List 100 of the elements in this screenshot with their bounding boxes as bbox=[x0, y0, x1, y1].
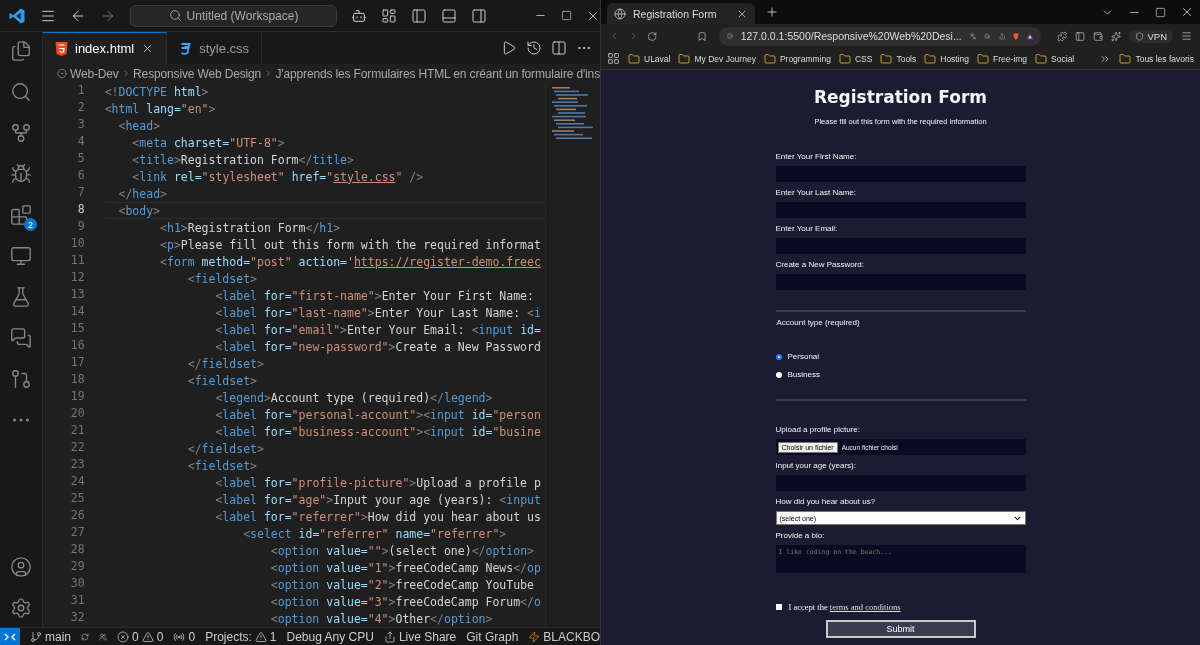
bookmark-folder[interactable]: My Dev Journey bbox=[678, 52, 756, 65]
maximize-icon[interactable] bbox=[1155, 6, 1166, 18]
branch-icon[interactable] bbox=[30, 630, 43, 643]
apps-icon[interactable] bbox=[607, 52, 620, 65]
people-icon[interactable] bbox=[99, 630, 108, 643]
broadcast-icon[interactable] bbox=[173, 630, 186, 643]
sparkles-icon[interactable] bbox=[1111, 29, 1122, 43]
vpn-button[interactable]: VPN bbox=[1129, 29, 1173, 43]
right-panel-icon[interactable] bbox=[471, 7, 487, 24]
error-icon[interactable] bbox=[117, 630, 130, 643]
submit-button[interactable]: Submit bbox=[825, 620, 976, 638]
bookmark-icon[interactable] bbox=[696, 29, 707, 43]
debug-icon[interactable] bbox=[10, 163, 32, 185]
sidebar-icon[interactable] bbox=[1074, 29, 1086, 43]
run-icon[interactable] bbox=[501, 40, 517, 56]
remote-icon[interactable] bbox=[4, 631, 16, 642]
line-number: 30 bbox=[70, 576, 85, 590]
left-panel-icon[interactable] bbox=[411, 7, 427, 24]
breadcrumb[interactable]: J'apprends les Formulaires HTML en créant un formulaire d'ins bbox=[275, 66, 600, 81]
line-number: 5 bbox=[77, 151, 85, 165]
page-heading: Registration Form bbox=[813, 87, 988, 107]
field-label: Upload a profile picture: bbox=[775, 425, 861, 434]
search-icon[interactable] bbox=[10, 81, 32, 103]
bookmark-folder[interactable]: Tous les favoris bbox=[1119, 52, 1194, 65]
folder-icon bbox=[1035, 52, 1048, 65]
terms-link[interactable]: terms and conditions bbox=[829, 602, 901, 612]
extensions-icon[interactable] bbox=[1056, 29, 1067, 43]
bookmark-folder[interactable]: Hosting bbox=[924, 52, 970, 65]
projects-status[interactable]: Projects: 1 bbox=[205, 629, 277, 644]
bookmark-folder[interactable]: Free-img bbox=[977, 52, 1028, 65]
field-label: Provide a bio: bbox=[775, 531, 826, 540]
warning-count: 0 bbox=[156, 629, 164, 644]
status-item[interactable]: Debug Any CPU bbox=[286, 629, 374, 644]
field-label: Enter Your Email: bbox=[775, 224, 839, 233]
flask-icon[interactable] bbox=[10, 286, 32, 308]
bookmark-folder[interactable]: Social bbox=[1035, 52, 1075, 65]
extension-status[interactable]: BLACKBO bbox=[528, 629, 600, 644]
split-editor-icon[interactable] bbox=[551, 40, 567, 56]
extensions-icon[interactable] bbox=[10, 204, 32, 226]
command-center-search[interactable]: Untitled (Workspace) bbox=[130, 4, 337, 27]
files-icon[interactable] bbox=[10, 40, 32, 62]
source-control-icon[interactable] bbox=[10, 122, 32, 144]
bookmark-folder[interactable]: ULaval bbox=[628, 52, 671, 65]
remote-button[interactable] bbox=[0, 627, 21, 645]
line-number: 27 bbox=[70, 525, 85, 539]
field-label: Input your age (years): bbox=[775, 461, 857, 470]
line-number: 28 bbox=[70, 542, 85, 556]
vscode-logo-icon[interactable] bbox=[8, 6, 26, 25]
warning-icon[interactable] bbox=[141, 630, 154, 643]
radio-button[interactable] bbox=[775, 371, 782, 378]
status-item[interactable]: Git Graph bbox=[466, 629, 519, 644]
close-icon[interactable] bbox=[1180, 5, 1194, 19]
terms-text: I accept the terms and conditions bbox=[788, 602, 901, 612]
monitor-icon[interactable] bbox=[10, 245, 32, 267]
status-text: BLACKBO bbox=[543, 629, 600, 644]
code-line: <label for="first-name">Enter Your First Name: bbox=[214, 288, 534, 303]
breadcrumb[interactable]: Web-Dev bbox=[69, 66, 119, 81]
breadcrumb[interactable]: Responsive Web Design bbox=[133, 66, 262, 81]
editor-tab[interactable]: index.html bbox=[43, 32, 168, 64]
sync-icon[interactable] bbox=[81, 630, 90, 643]
lightning-icon[interactable] bbox=[528, 630, 541, 643]
reload-icon[interactable] bbox=[646, 29, 658, 43]
shield-icon bbox=[1135, 31, 1145, 41]
settings-icon[interactable] bbox=[10, 597, 32, 619]
history-icon[interactable] bbox=[526, 40, 542, 56]
ports-status[interactable]: 0 bbox=[173, 629, 196, 644]
chat-icon[interactable] bbox=[10, 327, 32, 349]
code-line: <label for="personal-account"><input id="person bbox=[214, 407, 541, 422]
line-number: 6 bbox=[77, 168, 85, 182]
browser-tab[interactable]: Registration Form bbox=[607, 3, 755, 24]
branch-status[interactable]: main bbox=[30, 629, 72, 644]
maximize-icon[interactable] bbox=[561, 10, 572, 21]
code-line: </fieldset> bbox=[186, 441, 264, 456]
line-number: 14 bbox=[70, 304, 85, 318]
live-share-status[interactable]: Live Share bbox=[383, 629, 457, 644]
globe-icon[interactable] bbox=[614, 7, 626, 20]
code-line: </fieldset> bbox=[186, 356, 264, 371]
address-bar[interactable]: 127.0.0.1:5500/Responsive%20Web%20Desi... bbox=[718, 26, 1041, 46]
fieldset-legend: Account type (required) bbox=[775, 318, 1026, 327]
bookmark-folder[interactable]: Programming bbox=[763, 52, 831, 65]
layout-icon[interactable] bbox=[381, 7, 397, 24]
terms-checkbox[interactable] bbox=[775, 604, 782, 610]
bookmark-folder[interactable]: CSS bbox=[838, 52, 873, 65]
workspace-title: Untitled (Workspace) bbox=[186, 8, 299, 23]
new-tab-icon[interactable] bbox=[765, 5, 779, 19]
warning-icon[interactable] bbox=[254, 630, 267, 643]
robot-icon[interactable] bbox=[351, 7, 367, 24]
wallet-icon[interactable] bbox=[1093, 29, 1104, 43]
menu-icon[interactable] bbox=[1181, 29, 1192, 43]
account-icon[interactable] bbox=[10, 556, 32, 578]
problems-status[interactable]: 0 0 bbox=[117, 629, 164, 644]
bottom-panel-icon[interactable] bbox=[441, 7, 457, 24]
git-graph-icon[interactable] bbox=[10, 368, 32, 390]
bookmark-folder[interactable]: Tools bbox=[880, 52, 917, 65]
radio-button[interactable] bbox=[775, 353, 782, 360]
share-icon[interactable] bbox=[383, 630, 396, 643]
line-number: 26 bbox=[70, 508, 85, 522]
search-icon[interactable] bbox=[168, 9, 182, 22]
line-number: 32 bbox=[70, 610, 85, 624]
code-line: <label for="last-name">Enter Your Last Name: <i bbox=[214, 305, 541, 320]
